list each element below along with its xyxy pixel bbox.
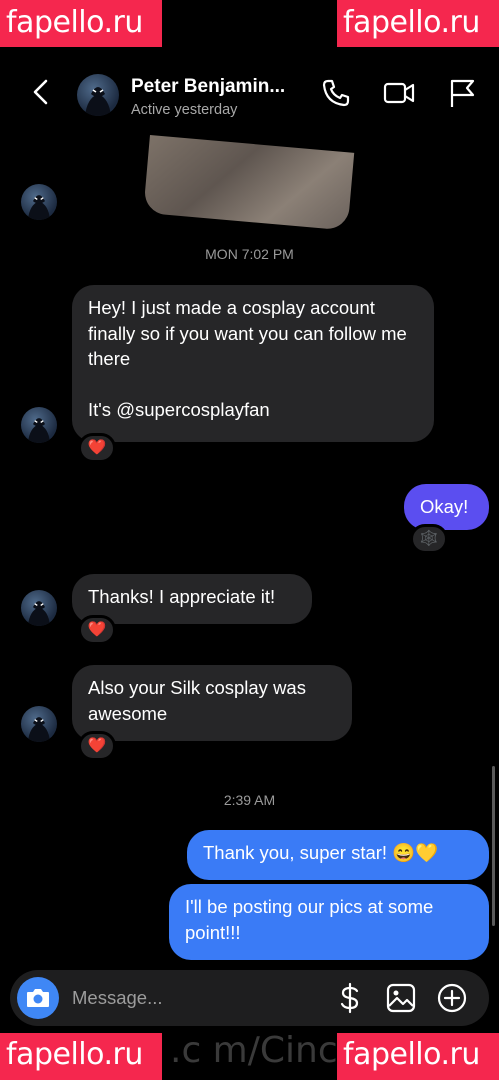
contact-name[interactable]: Peter Benjamin...: [131, 76, 285, 98]
outgoing-message[interactable]: Okay!: [404, 484, 489, 530]
plus-circle-icon[interactable]: [436, 982, 468, 1014]
phone-icon[interactable]: [320, 77, 352, 109]
contact-status: Active yesterday: [131, 102, 238, 118]
heart-reaction[interactable]: ❤️: [78, 731, 116, 761]
scrollbar[interactable]: [492, 766, 495, 926]
shared-photo[interactable]: [143, 135, 355, 231]
timestamp: MON 7:02 PM: [205, 246, 294, 262]
avatar: [21, 407, 57, 443]
timestamp: 2:39 AM: [223, 792, 276, 808]
watermark-bottom-right: fapello.ru: [337, 1033, 499, 1080]
watermark-top-left: fapello.ru: [0, 0, 162, 47]
chevron-left-icon[interactable]: [26, 77, 56, 107]
dollar-icon[interactable]: [334, 982, 366, 1014]
watermark-top-right: fapello.ru: [337, 0, 499, 47]
message-composer: Message...: [10, 970, 489, 1026]
avatar: [21, 706, 57, 742]
incoming-message[interactable]: Hey! I just made a cosplay account final…: [72, 285, 434, 442]
message-input[interactable]: Message...: [72, 987, 163, 1009]
heart-reaction[interactable]: ❤️: [78, 433, 116, 463]
incoming-message[interactable]: Also your Silk cosplay was awesome: [72, 665, 352, 741]
avatar[interactable]: [77, 74, 119, 116]
image-icon[interactable]: [385, 982, 417, 1014]
video-camera-icon[interactable]: [383, 77, 415, 109]
flag-icon[interactable]: [446, 77, 478, 109]
spiderweb-reaction[interactable]: 🕸️: [410, 524, 448, 554]
watermark-bottom-text: .c m/Cinc: [170, 1030, 338, 1071]
outgoing-message[interactable]: Thank you, super star! 😄💛: [187, 830, 489, 880]
chat-header: Peter Benjamin... Active yesterday: [0, 47, 499, 135]
camera-button[interactable]: [17, 977, 59, 1019]
watermark-bottom-left: fapello.ru: [0, 1033, 162, 1080]
heart-reaction[interactable]: ❤️: [78, 615, 116, 645]
camera-icon: [27, 989, 49, 1007]
outgoing-message[interactable]: I'll be posting our pics at some point!!…: [169, 884, 489, 960]
avatar: [21, 184, 57, 220]
avatar: [21, 590, 57, 626]
